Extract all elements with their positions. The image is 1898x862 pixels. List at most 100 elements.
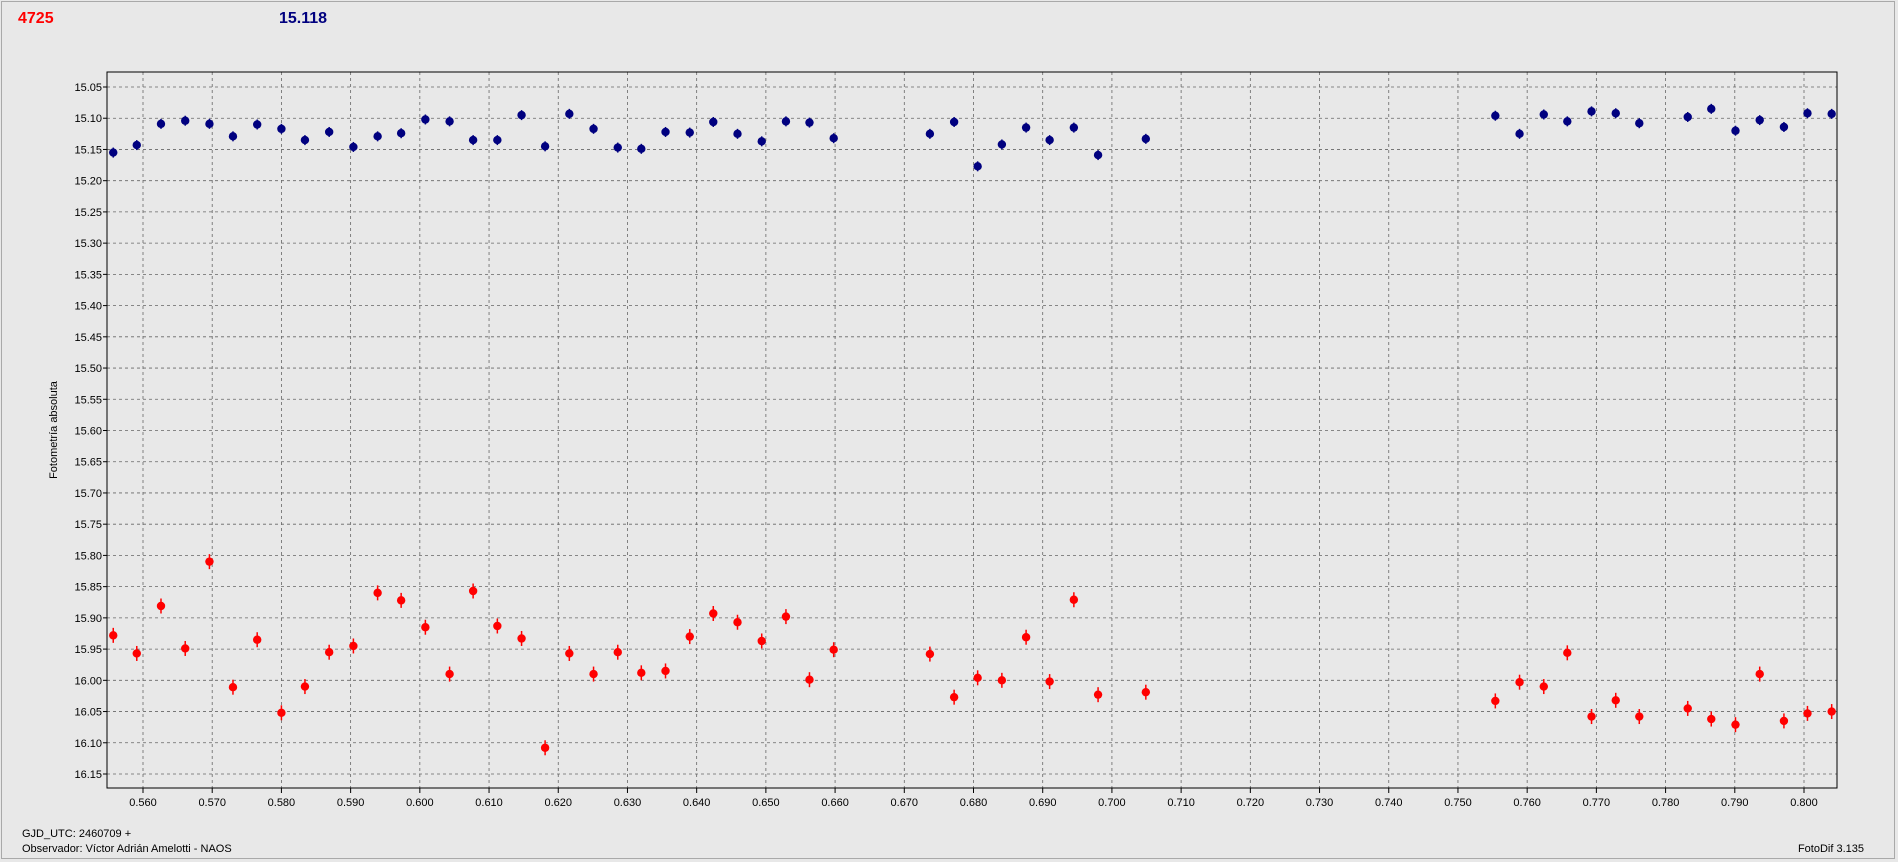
data-point [781, 612, 791, 621]
data-point [997, 140, 1007, 149]
data-point [277, 124, 286, 134]
y-tick-label: 15.75 [74, 519, 102, 531]
x-tick-label: 0.730 [1306, 797, 1334, 809]
data-point [300, 682, 310, 691]
data-point [1515, 129, 1524, 139]
grid-lines [107, 72, 1837, 788]
data-point [1707, 714, 1716, 724]
data-point [589, 669, 598, 679]
data-point [349, 641, 358, 651]
data-point [445, 669, 454, 679]
data-point [1563, 117, 1572, 126]
data-point [829, 134, 838, 143]
data-point [421, 115, 430, 124]
data-point [1021, 123, 1031, 132]
data-point [517, 110, 526, 120]
data-point [1827, 707, 1836, 716]
data-point [373, 588, 382, 598]
data-point [109, 631, 118, 640]
data-point [349, 142, 358, 152]
data-point [517, 634, 526, 643]
x-tick-label: 0.600 [406, 797, 434, 809]
data-point [277, 708, 286, 717]
y-tick-label: 15.05 [74, 82, 102, 94]
observer-label: Observador: Víctor Adrián Amelotti - NAO… [22, 843, 232, 855]
y-tick-label: 15.20 [74, 176, 102, 188]
data-point [1611, 696, 1620, 705]
x-axis-ticks: 0.560 0.570 0.580 0.590 0.600 0.610 0.620 0.630… [129, 788, 1818, 809]
data-point [1827, 109, 1836, 119]
data-point [1141, 134, 1151, 144]
data-point [805, 675, 814, 684]
data-point [661, 127, 670, 137]
y-tick-label: 15.30 [74, 238, 102, 250]
data-point [324, 127, 334, 137]
data-point [109, 148, 118, 157]
data-point [1539, 682, 1548, 691]
data-point [637, 144, 646, 154]
x-tick-label: 0.630 [614, 797, 642, 809]
data-point [300, 135, 310, 145]
data-point [1069, 595, 1079, 604]
data-point [156, 601, 166, 611]
x-tick-label: 0.800 [1790, 797, 1818, 809]
y-tick-label: 15.95 [74, 644, 102, 656]
y-tick-label: 15.70 [74, 488, 102, 500]
y-tick-label: 16.00 [74, 675, 102, 687]
data-point [324, 648, 334, 657]
data-point [181, 644, 190, 653]
data-point [1755, 115, 1764, 125]
y-tick-label: 16.10 [74, 738, 102, 750]
x-tick-label: 0.650 [752, 797, 780, 809]
y-axis-label: Fotometría absoluta [48, 380, 60, 479]
data-point [565, 649, 574, 658]
data-series [109, 103, 1836, 756]
data-point [613, 143, 622, 152]
data-point [1563, 648, 1572, 658]
data-point [1021, 633, 1031, 642]
x-tick-label: 0.780 [1652, 797, 1680, 809]
y-tick-label: 16.15 [74, 769, 102, 781]
data-point [661, 666, 670, 676]
data-point [565, 109, 574, 119]
x-tick-label: 0.610 [475, 797, 503, 809]
data-point [1731, 126, 1740, 135]
x-tick-label: 0.690 [1029, 797, 1057, 809]
y-tick-label: 15.50 [74, 363, 102, 375]
x-tick-label: 0.590 [337, 797, 365, 809]
light-curve-chart: 0.560 0.570 0.580 0.590 0.600 0.610 0.620 0.630… [48, 71, 1838, 809]
data-point [205, 557, 214, 566]
x-tick-label: 0.710 [1167, 797, 1195, 809]
data-point [1491, 696, 1500, 706]
data-point [1093, 150, 1103, 160]
data-point [1141, 687, 1151, 697]
data-point [396, 596, 406, 605]
gjd-label: GJD_UTC: 2460709 + [22, 828, 132, 840]
y-axis-ticks: 15.05 15.10 15.15 15.20 15.25 15.30 15.35 15.40… [74, 82, 107, 781]
data-point [925, 129, 935, 139]
x-tick-label: 0.620 [544, 797, 572, 809]
data-point [1539, 110, 1548, 119]
series-red [109, 554, 1836, 756]
data-point [613, 648, 622, 657]
y-tick-label: 15.10 [74, 113, 102, 125]
data-point [1803, 709, 1812, 718]
y-tick-label: 15.90 [74, 613, 102, 625]
data-point [1803, 109, 1812, 118]
data-point [589, 124, 598, 134]
data-point [1611, 109, 1620, 118]
data-point [252, 120, 262, 129]
x-tick-label: 0.740 [1375, 797, 1403, 809]
data-point [733, 618, 742, 627]
data-point [1045, 677, 1054, 686]
data-point [685, 632, 694, 641]
software-version-label: FotoDif 3.135 [1797, 843, 1864, 855]
data-point [757, 137, 766, 146]
y-tick-label: 15.35 [74, 269, 102, 281]
data-point [1635, 712, 1644, 721]
data-point [156, 119, 166, 129]
data-point [445, 117, 454, 126]
data-point [540, 743, 550, 752]
data-point [709, 117, 718, 127]
data-point [781, 117, 791, 126]
